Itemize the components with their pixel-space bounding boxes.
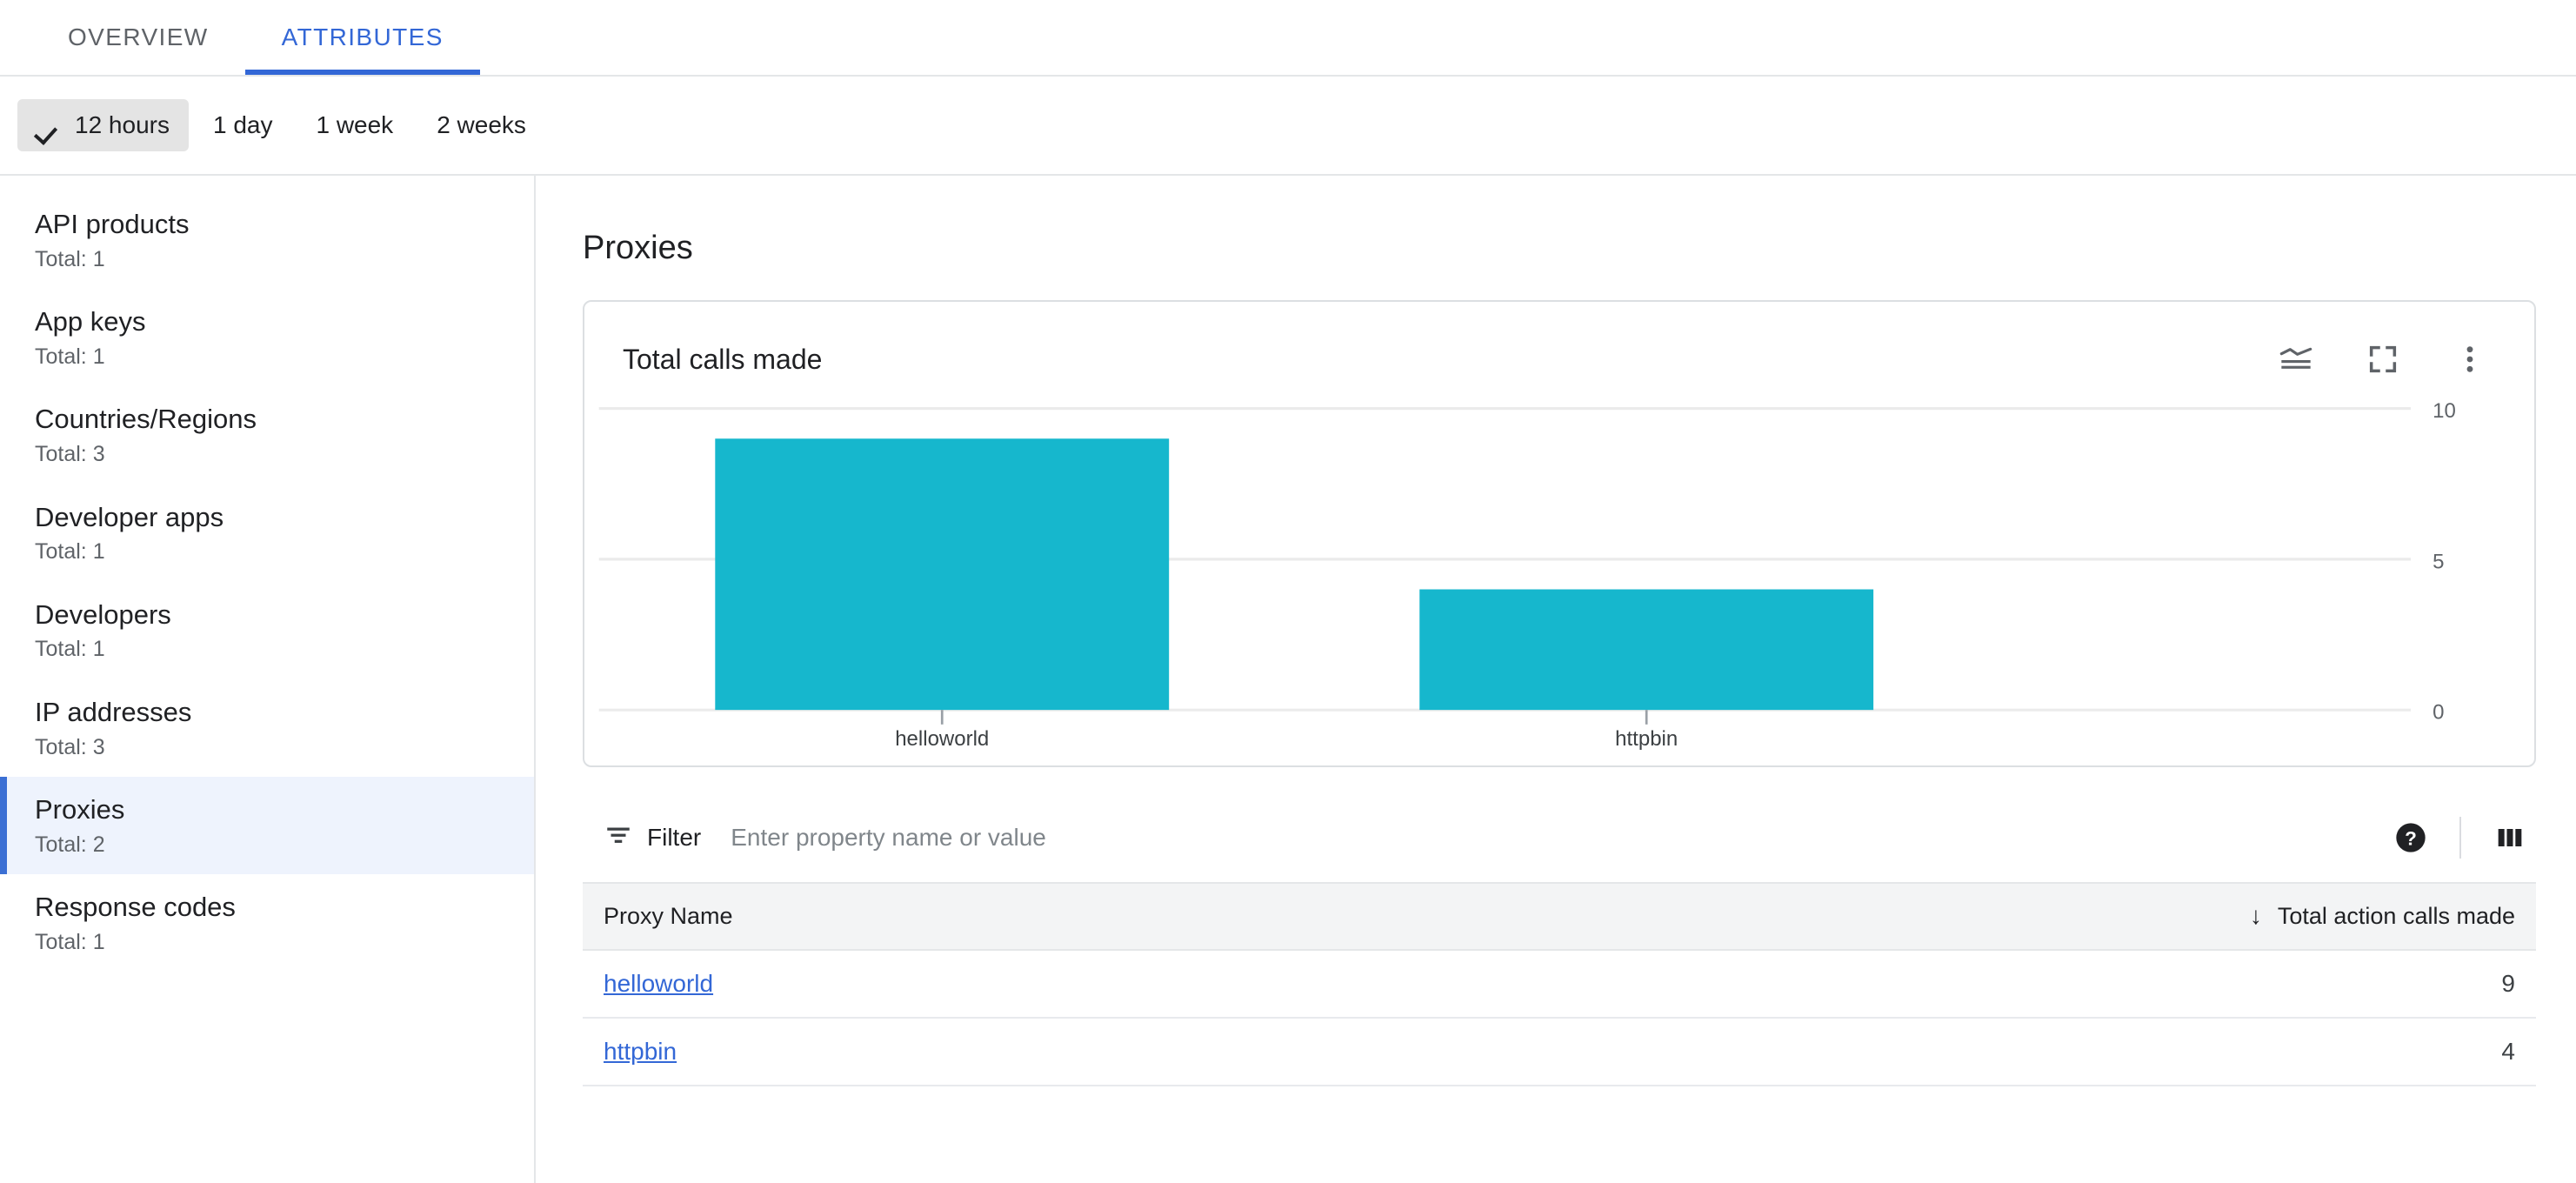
cell-proxy-name: helloworld bbox=[583, 950, 1559, 1019]
stacked-area-chart-icon[interactable] bbox=[2277, 340, 2315, 378]
bar-chart-svg: 10 5 0 helloworld httpbin bbox=[598, 399, 2456, 750]
sidebar-item-response-codes[interactable]: Response codes Total: 1 bbox=[0, 874, 534, 972]
sidebar-item-api-products[interactable]: API products Total: 1 bbox=[0, 191, 534, 289]
filter-button[interactable]: Filter bbox=[604, 820, 701, 856]
sidebar-item-label: Response codes bbox=[35, 892, 236, 923]
ytick-label-5: 5 bbox=[2433, 550, 2444, 573]
view-column-icon[interactable] bbox=[2491, 819, 2529, 857]
time-range-2-weeks[interactable]: 2 weeks bbox=[417, 99, 545, 151]
tab-overview[interactable]: OVERVIEW bbox=[31, 0, 245, 75]
toolbar-divider bbox=[2459, 817, 2461, 859]
help-filled-icon[interactable]: ? bbox=[2392, 819, 2430, 857]
time-range-1-week[interactable]: 1 week bbox=[297, 99, 412, 151]
sidebar-item-developer-apps[interactable]: Developer apps Total: 1 bbox=[0, 485, 534, 582]
cell-proxy-name: httpbin bbox=[583, 1018, 1559, 1087]
table-row[interactable]: httpbin 4 bbox=[583, 1018, 2536, 1087]
check-icon bbox=[37, 112, 63, 138]
bar-helloworld bbox=[715, 438, 1170, 711]
more-vert-icon[interactable] bbox=[2451, 340, 2489, 378]
column-header-total-action-calls-made-label: Total action calls made bbox=[2277, 902, 2515, 929]
chart-card-actions bbox=[2277, 340, 2499, 378]
sidebar-item-ip-addresses[interactable]: IP addresses Total: 3 bbox=[0, 679, 534, 777]
cell-total-action-calls-made: 4 bbox=[1559, 1018, 2536, 1087]
time-range-1-day-label: 1 day bbox=[212, 111, 273, 138]
sidebar-item-app-keys[interactable]: App keys Total: 1 bbox=[0, 289, 534, 386]
filter-list-icon bbox=[604, 820, 633, 856]
sidebar-item-label: API products bbox=[35, 209, 190, 239]
cell-total-action-calls-made: 9 bbox=[1559, 950, 2536, 1019]
xtick-label-httpbin: httpbin bbox=[1615, 727, 1678, 750]
table-row[interactable]: helloworld 9 bbox=[583, 950, 2536, 1019]
svg-text:?: ? bbox=[2405, 828, 2417, 850]
total-calls-chart-card: Total calls made 10 5 0 helloworld httpb… bbox=[583, 300, 2536, 768]
sidebar-item-total: Total: 1 bbox=[35, 929, 105, 954]
sidebar-item-proxies[interactable]: Proxies Total: 2 bbox=[0, 777, 534, 875]
sidebar-item-label: Countries/Regions bbox=[35, 404, 257, 435]
page-title: Proxies bbox=[583, 230, 693, 266]
sidebar-item-label: Developers bbox=[35, 598, 171, 630]
tab-attributes-label: ATTRIBUTES bbox=[281, 23, 444, 50]
sidebar-item-developers[interactable]: Developers Total: 1 bbox=[0, 582, 534, 679]
sidebar-item-label: Developer apps bbox=[35, 501, 224, 532]
filter-input[interactable] bbox=[731, 824, 2392, 852]
table-body: helloworld 9 httpbin 4 bbox=[583, 950, 2536, 1087]
attributes-sidebar: API products Total: 1 App keys Total: 1 … bbox=[0, 176, 536, 1183]
column-header-proxy-name-label: Proxy Name bbox=[604, 903, 733, 930]
fullscreen-icon[interactable] bbox=[2364, 340, 2402, 378]
column-header-proxy-name[interactable]: Proxy Name bbox=[583, 884, 1559, 952]
bar-chart: 10 5 0 helloworld httpbin bbox=[584, 396, 2534, 765]
bar-httpbin bbox=[1419, 589, 1874, 711]
sidebar-item-total: Total: 1 bbox=[35, 637, 105, 662]
time-range-1-week-label: 1 week bbox=[316, 111, 394, 138]
time-range-12-hours-label: 12 hours bbox=[75, 111, 170, 138]
tab-attributes[interactable]: ATTRIBUTES bbox=[244, 0, 480, 75]
time-range-1-day[interactable]: 1 day bbox=[194, 99, 292, 151]
time-range-12-hours[interactable]: 12 hours bbox=[17, 99, 189, 151]
filter-label: Filter bbox=[647, 824, 702, 852]
sidebar-item-label: Proxies bbox=[35, 794, 125, 825]
sidebar-item-total: Total: 1 bbox=[35, 344, 105, 369]
sidebar-item-total: Total: 3 bbox=[35, 442, 105, 467]
tab-overview-label: OVERVIEW bbox=[68, 23, 209, 50]
proxy-link-httpbin[interactable]: httpbin bbox=[604, 1038, 677, 1065]
sidebar-item-total: Total: 1 bbox=[35, 246, 105, 271]
content-body: API products Total: 1 App keys Total: 1 … bbox=[0, 174, 2576, 1183]
ytick-label-10: 10 bbox=[2433, 399, 2456, 423]
time-range-selector: 12 hours 1 day 1 week 2 weeks bbox=[0, 77, 2576, 174]
sidebar-item-label: IP addresses bbox=[35, 696, 192, 727]
sidebar-item-label: App keys bbox=[35, 306, 146, 338]
column-header-total-action-calls-made[interactable]: ↓ Total action calls made bbox=[1559, 884, 2536, 952]
sort-descending-icon: ↓ bbox=[2249, 902, 2262, 930]
sidebar-item-total: Total: 3 bbox=[35, 734, 105, 759]
proxies-table: Proxy Name ↓ Total action calls made hel… bbox=[583, 884, 2536, 1087]
sidebar-item-total: Total: 2 bbox=[35, 832, 105, 857]
xtick-label-helloworld: helloworld bbox=[895, 727, 989, 750]
tab-bar: OVERVIEW ATTRIBUTES bbox=[0, 0, 2576, 77]
filter-bar: Filter ? bbox=[583, 793, 2536, 885]
table-header-row: Proxy Name ↓ Total action calls made bbox=[583, 884, 2536, 952]
chart-card-header: Total calls made bbox=[584, 302, 2534, 396]
chart-title: Total calls made bbox=[623, 343, 823, 375]
proxy-link-helloworld[interactable]: helloworld bbox=[604, 970, 713, 997]
table-head: Proxy Name ↓ Total action calls made bbox=[583, 884, 2536, 952]
sidebar-item-total: Total: 1 bbox=[35, 539, 105, 565]
ytick-label-0: 0 bbox=[2433, 701, 2444, 725]
main-panel: Proxies Total calls made 10 5 0 hellowor… bbox=[536, 176, 2576, 1183]
time-range-2-weeks-label: 2 weeks bbox=[437, 111, 526, 138]
sidebar-item-countries-regions[interactable]: Countries/Regions Total: 3 bbox=[0, 386, 534, 484]
filter-bar-actions: ? bbox=[2392, 817, 2529, 859]
